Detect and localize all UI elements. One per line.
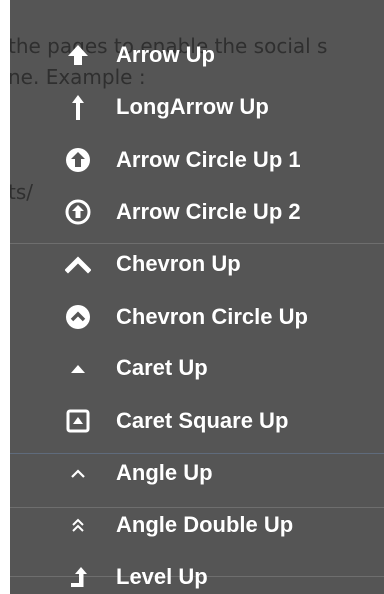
menu-item-arrow-up[interactable]: Arrow Up — [62, 41, 382, 69]
menu-item-label: LongArrow Up — [116, 94, 269, 119]
angle-up-icon — [62, 459, 94, 487]
background-divider — [10, 507, 384, 508]
menu-item-label: Chevron Up — [116, 251, 241, 276]
caret-up-icon — [62, 354, 94, 382]
menu-item-label: Angle Up — [116, 460, 213, 485]
menu-item-label: Arrow Up — [116, 42, 215, 67]
menu-item-angle-up[interactable]: Angle Up — [62, 459, 382, 487]
menu-item-chevron-circle-up[interactable]: Chevron Circle Up — [62, 303, 382, 331]
menu-item-arrow-circle-up-2[interactable]: Arrow Circle Up 2 — [62, 198, 382, 226]
menu-item-label: Chevron Circle Up — [116, 304, 308, 329]
background-divider — [10, 453, 384, 454]
menu-item-label: Arrow Circle Up 2 — [116, 199, 301, 224]
background-text-line-3: ts/ — [10, 180, 33, 204]
menu-item-label: Arrow Circle Up 1 — [116, 147, 301, 172]
screenshot-frame: the pages to enable the social s ne. Exa… — [0, 0, 384, 594]
chevron-circle-up-icon — [62, 303, 94, 331]
menu-item-chevron-up[interactable]: Chevron Up — [62, 250, 382, 278]
menu-item-caret-up[interactable]: Caret Up — [62, 354, 382, 382]
arrow-circle-up-icon — [62, 146, 94, 174]
menu-item-long-arrow-up[interactable]: LongArrow Up — [62, 93, 382, 121]
menu-item-label: Caret Square Up — [116, 408, 289, 433]
caret-square-up-icon — [62, 407, 94, 435]
menu-item-label: Caret Up — [116, 355, 208, 380]
menu-item-level-up[interactable]: Level Up — [62, 563, 382, 591]
menu-item-caret-square-up[interactable]: Caret Square Up — [62, 407, 382, 435]
angle-double-up-icon — [62, 511, 94, 539]
arrow-up-icon — [62, 41, 94, 69]
long-arrow-up-icon — [62, 93, 94, 121]
chevron-up-icon — [62, 250, 94, 278]
menu-item-arrow-circle-up-1[interactable]: Arrow Circle Up 1 — [62, 146, 382, 174]
level-up-icon — [62, 563, 94, 591]
arrow-circle-up-outline-icon — [62, 198, 94, 226]
menu-item-label: Angle Double Up — [116, 512, 294, 537]
menu-item-label: Level Up — [116, 564, 208, 589]
dropdown-panel: the pages to enable the social s ne. Exa… — [10, 0, 384, 594]
background-divider — [10, 243, 384, 244]
menu-item-angle-double-up[interactable]: Angle Double Up — [62, 511, 382, 539]
